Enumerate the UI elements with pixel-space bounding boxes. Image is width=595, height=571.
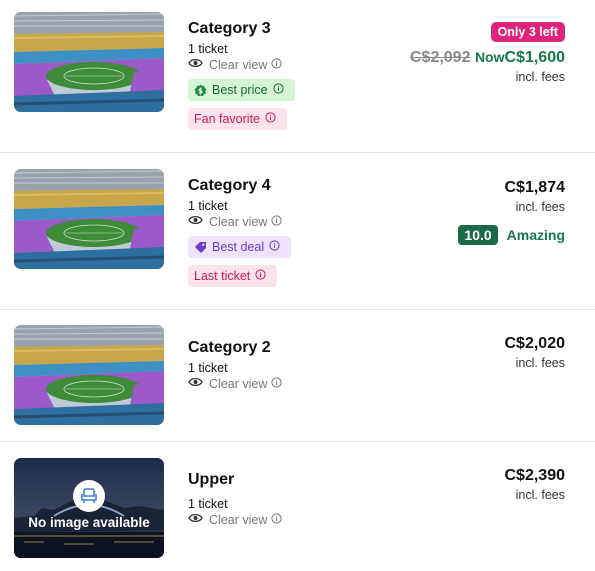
clear-view-label: Clear view — [209, 513, 268, 527]
current-price: C$2,390 — [504, 467, 566, 484]
clear-view-link[interactable]: Clear view — [188, 512, 282, 528]
eye-icon — [188, 214, 203, 230]
now-label: Now — [474, 49, 505, 65]
old-price: C$2,092 — [409, 49, 471, 66]
eye-icon — [188, 376, 203, 392]
listing-title: Category 3 — [188, 20, 271, 37]
info-icon[interactable] — [272, 83, 289, 97]
price-tag-icon — [195, 241, 206, 253]
info-icon[interactable] — [265, 111, 281, 126]
listing-info: Category 2 1 ticket Clear view — [188, 338, 282, 392]
last-ticket-badge: Last ticket — [188, 264, 278, 287]
eye-icon — [188, 57, 203, 73]
listing-title: Category 2 — [188, 339, 271, 356]
best-deal-label: Best deal — [212, 240, 265, 254]
fees-note: incl. fees — [515, 200, 565, 214]
info-icon[interactable] — [255, 268, 271, 283]
fees-note: incl. fees — [515, 488, 565, 502]
listing-info: Category 4 1 ticket Clear view Best deal… — [188, 176, 292, 287]
fan-favorite-label: Fan favorite — [194, 111, 261, 126]
info-icon[interactable] — [271, 57, 282, 73]
clear-view-link[interactable]: Clear view — [188, 214, 291, 230]
stadium-view-image[interactable] — [14, 12, 164, 112]
urgency-badge: Only 3 left — [490, 22, 565, 42]
current-price: C$2,020 — [504, 335, 566, 352]
listing-category-3[interactable]: Category 3 1 ticket Clear view $ Best pr… — [0, 0, 595, 152]
info-icon[interactable] — [271, 376, 282, 392]
rating-score: 10.0 — [458, 225, 498, 245]
price-column: C$1,874 incl. fees 10.0 Amazing — [458, 178, 565, 245]
listing-title: Category 4 — [188, 177, 271, 194]
price-column: C$2,390 incl. fees — [505, 466, 566, 503]
clear-view-label: Clear view — [209, 58, 268, 72]
clear-view-label: Clear view — [209, 377, 268, 391]
price-column: Only 3 left C$2,092 NowC$1,600 incl. fee… — [410, 22, 565, 85]
ticket-count: 1 ticket — [188, 42, 228, 56]
rating: 10.0 Amazing — [458, 225, 565, 245]
stadium-view-image[interactable] — [14, 325, 164, 425]
seat-icon — [73, 480, 105, 512]
best-price-label: Best price — [212, 83, 268, 97]
no-image-placeholder[interactable]: No image available — [14, 458, 164, 558]
fees-note: incl. fees — [515, 356, 565, 370]
dollar-tag-icon: $ — [194, 84, 207, 96]
listing-category-4[interactable]: Category 4 1 ticket Clear view Best deal… — [0, 153, 595, 309]
listing-upper[interactable]: No image available Upper 1 ticket Clear … — [0, 442, 595, 571]
listing-info: Upper 1 ticket Clear view — [188, 470, 282, 528]
svg-text:$: $ — [198, 86, 203, 95]
info-icon[interactable] — [271, 214, 282, 230]
best-deal-badge: Best deal — [188, 236, 292, 258]
stadium-view-image[interactable] — [14, 169, 164, 269]
no-image-text: No image available — [28, 515, 150, 530]
listing-category-2[interactable]: Category 2 1 ticket Clear view C$2,020 i… — [0, 310, 595, 441]
current-price: C$1,600 — [504, 49, 566, 66]
fan-favorite-badge: Fan favorite — [188, 107, 288, 130]
price-column: C$2,020 incl. fees — [505, 334, 566, 371]
eye-icon — [188, 512, 203, 528]
ticket-count: 1 ticket — [188, 199, 228, 213]
info-icon[interactable] — [271, 512, 282, 528]
clear-view-link[interactable]: Clear view — [188, 57, 295, 73]
rating-label: Amazing — [506, 227, 565, 243]
current-price: C$1,874 — [504, 179, 566, 196]
ticket-count: 1 ticket — [188, 497, 228, 511]
best-price-badge: $ Best price — [188, 79, 295, 101]
listing-title: Upper — [188, 471, 235, 488]
listing-info: Category 3 1 ticket Clear view $ Best pr… — [188, 19, 295, 130]
clear-view-label: Clear view — [209, 215, 268, 229]
last-ticket-label: Last ticket — [194, 268, 251, 283]
info-icon[interactable] — [269, 240, 285, 254]
price-line: C$2,092 NowC$1,600 — [410, 47, 565, 68]
fees-note: incl. fees — [515, 70, 565, 84]
clear-view-link[interactable]: Clear view — [188, 376, 282, 392]
ticket-count: 1 ticket — [188, 361, 228, 375]
